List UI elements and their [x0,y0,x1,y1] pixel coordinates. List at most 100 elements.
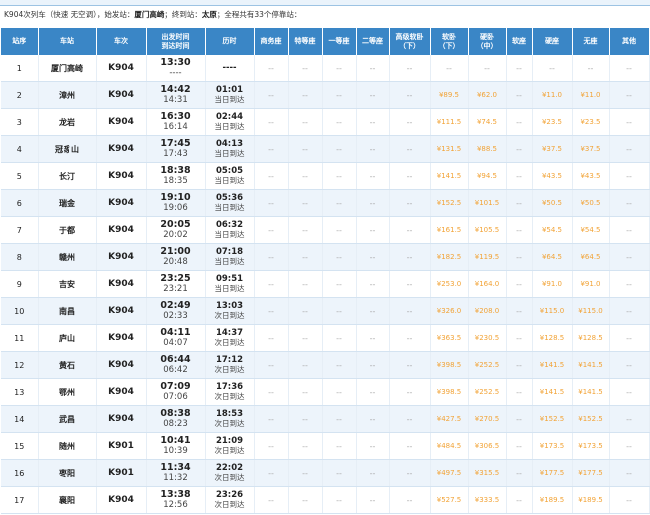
hard-seat-price: ¥37.5 [532,135,573,163]
train-number: K904 [96,135,147,163]
soft-seat: -- [506,351,533,379]
train-number: K904 [96,55,147,82]
arrival-day: 当日到达 [214,284,245,293]
station-name: 吉安 [38,270,97,298]
table-row: 6 瑞金 K904 19:10 19:06 05:36 当日到达 -- -- -- -- -- ¥152… [1,189,650,217]
business-seat: -- [254,459,289,487]
table-row: 1 厦门高崎 K904 13:30 ---- ---- -- -- -- -- -- -- -- -- --… [1,55,650,82]
deluxe-soft-sleeper: -- [389,486,431,514]
arrival-time: 04:07 [163,338,188,348]
premium-seat: -- [288,297,323,325]
stop-index: 8 [1,243,39,271]
business-seat: -- [254,135,289,163]
time-cell: 17:45 17:43 [146,135,206,163]
duration: 05:05 [215,166,244,176]
column-header: 一等座 [322,28,357,55]
arrival-time: 19:06 [163,203,188,213]
train-number: K901 [96,432,147,460]
stop-index: 6 [1,189,39,217]
hard-seat-price: ¥50.5 [532,189,573,217]
first-class: -- [322,135,357,163]
business-seat: -- [254,243,289,271]
station-name: 长汀 [38,162,97,190]
summary-suffix: ；全程共有33个停靠站： [216,10,302,19]
arrival-time: 16:14 [163,122,188,132]
hard-seat-price: ¥43.5 [532,162,573,190]
first-class: -- [322,216,357,244]
arrival-time: 02:33 [163,311,188,321]
arrival-day: 次日到达 [214,473,245,482]
deluxe-soft-sleeper: -- [389,243,431,271]
standing-price: ¥189.5 [572,486,610,514]
soft-seat: -- [506,459,533,487]
second-class: -- [356,162,390,190]
train-number: K904 [96,378,147,406]
departure-time: 06:44 [160,354,191,365]
station-name: 武昌 [38,405,97,433]
departure-time: 14:42 [160,84,191,95]
table-row: 15 随州 K901 10:41 10:39 21:09 次日到达 -- -- -- -- -- ¥48… [1,432,650,460]
soft-sleeper-price: ¥182.5 [430,243,469,271]
soft-seat: -- [506,216,533,244]
hard-sleeper-price: ¥252.5 [468,351,507,379]
second-class: -- [356,351,390,379]
table-row: 8 赣州 K904 21:00 20:48 07:18 当日到达 -- -- -- -- -- ¥182… [1,243,650,271]
hard-seat-price: ¥23.5 [532,108,573,136]
deluxe-soft-sleeper: -- [389,378,431,406]
arrival-day: 当日到达 [214,122,245,131]
table-row: 2 漳州 K904 14:42 14:31 01:01 当日到达 -- -- -- -- -- ¥89.… [1,81,650,109]
stop-index: 3 [1,108,39,136]
soft-seat: -- [506,486,533,514]
first-class: -- [322,270,357,298]
business-seat: -- [254,108,289,136]
first-class: -- [322,189,357,217]
deluxe-soft-sleeper: -- [389,135,431,163]
business-seat: -- [254,216,289,244]
departure-time: 13:30 [160,57,191,68]
duration: 07:18 [215,247,244,257]
stop-index: 14 [1,405,39,433]
arrival-day: 次日到达 [214,446,245,455]
deluxe-soft-sleeper: -- [389,162,431,190]
second-class: -- [356,405,390,433]
column-header: 高级软卧 （下） [389,28,431,55]
soft-seat: -- [506,162,533,190]
business-seat: -- [254,81,289,109]
table-row: 5 长汀 K904 18:38 18:35 05:05 当日到达 -- -- -- -- -- ¥141… [1,162,650,190]
soft-seat: -- [506,243,533,271]
premium-seat: -- [288,405,323,433]
other-seat: -- [609,324,650,352]
stop-index: 16 [1,459,39,487]
deluxe-soft-sleeper: -- [389,108,431,136]
hard-seat-price: ¥152.5 [532,405,573,433]
arrival-time: 10:39 [163,446,188,456]
hard-sleeper-price: ¥230.5 [468,324,507,352]
soft-sleeper-price: ¥363.5 [430,324,469,352]
table-row: 14 武昌 K904 08:38 08:23 18:53 次日到达 -- -- -- -- -- ¥42… [1,405,650,433]
other-seat: -- [609,55,650,82]
premium-seat: -- [288,81,323,109]
soft-seat: -- [506,135,533,163]
business-seat: -- [254,405,289,433]
stop-index: 2 [1,81,39,109]
hard-sleeper-price: ¥119.5 [468,243,507,271]
arrival-time: 11:32 [163,473,188,483]
second-class: -- [356,459,390,487]
first-class: -- [322,378,357,406]
arrival-day: 次日到达 [214,392,245,401]
station-name: 枣阳 [38,459,97,487]
first-class: -- [322,108,357,136]
standing-price: -- [572,55,610,82]
standing-price: ¥23.5 [572,108,610,136]
arrival-day: 当日到达 [214,95,245,104]
arrival-time: 14:31 [163,95,188,105]
other-seat: -- [609,378,650,406]
duration-cell: 14:37 次日到达 [205,324,255,352]
station-name: 襄阳 [38,486,97,514]
departure-time: 07:09 [160,381,191,392]
arrival-day: 次日到达 [214,419,245,428]
stop-index: 17 [1,486,39,514]
station-name: 黄石 [38,351,97,379]
duration-cell: 18:53 次日到达 [205,405,255,433]
column-header: 车站 [38,28,97,55]
